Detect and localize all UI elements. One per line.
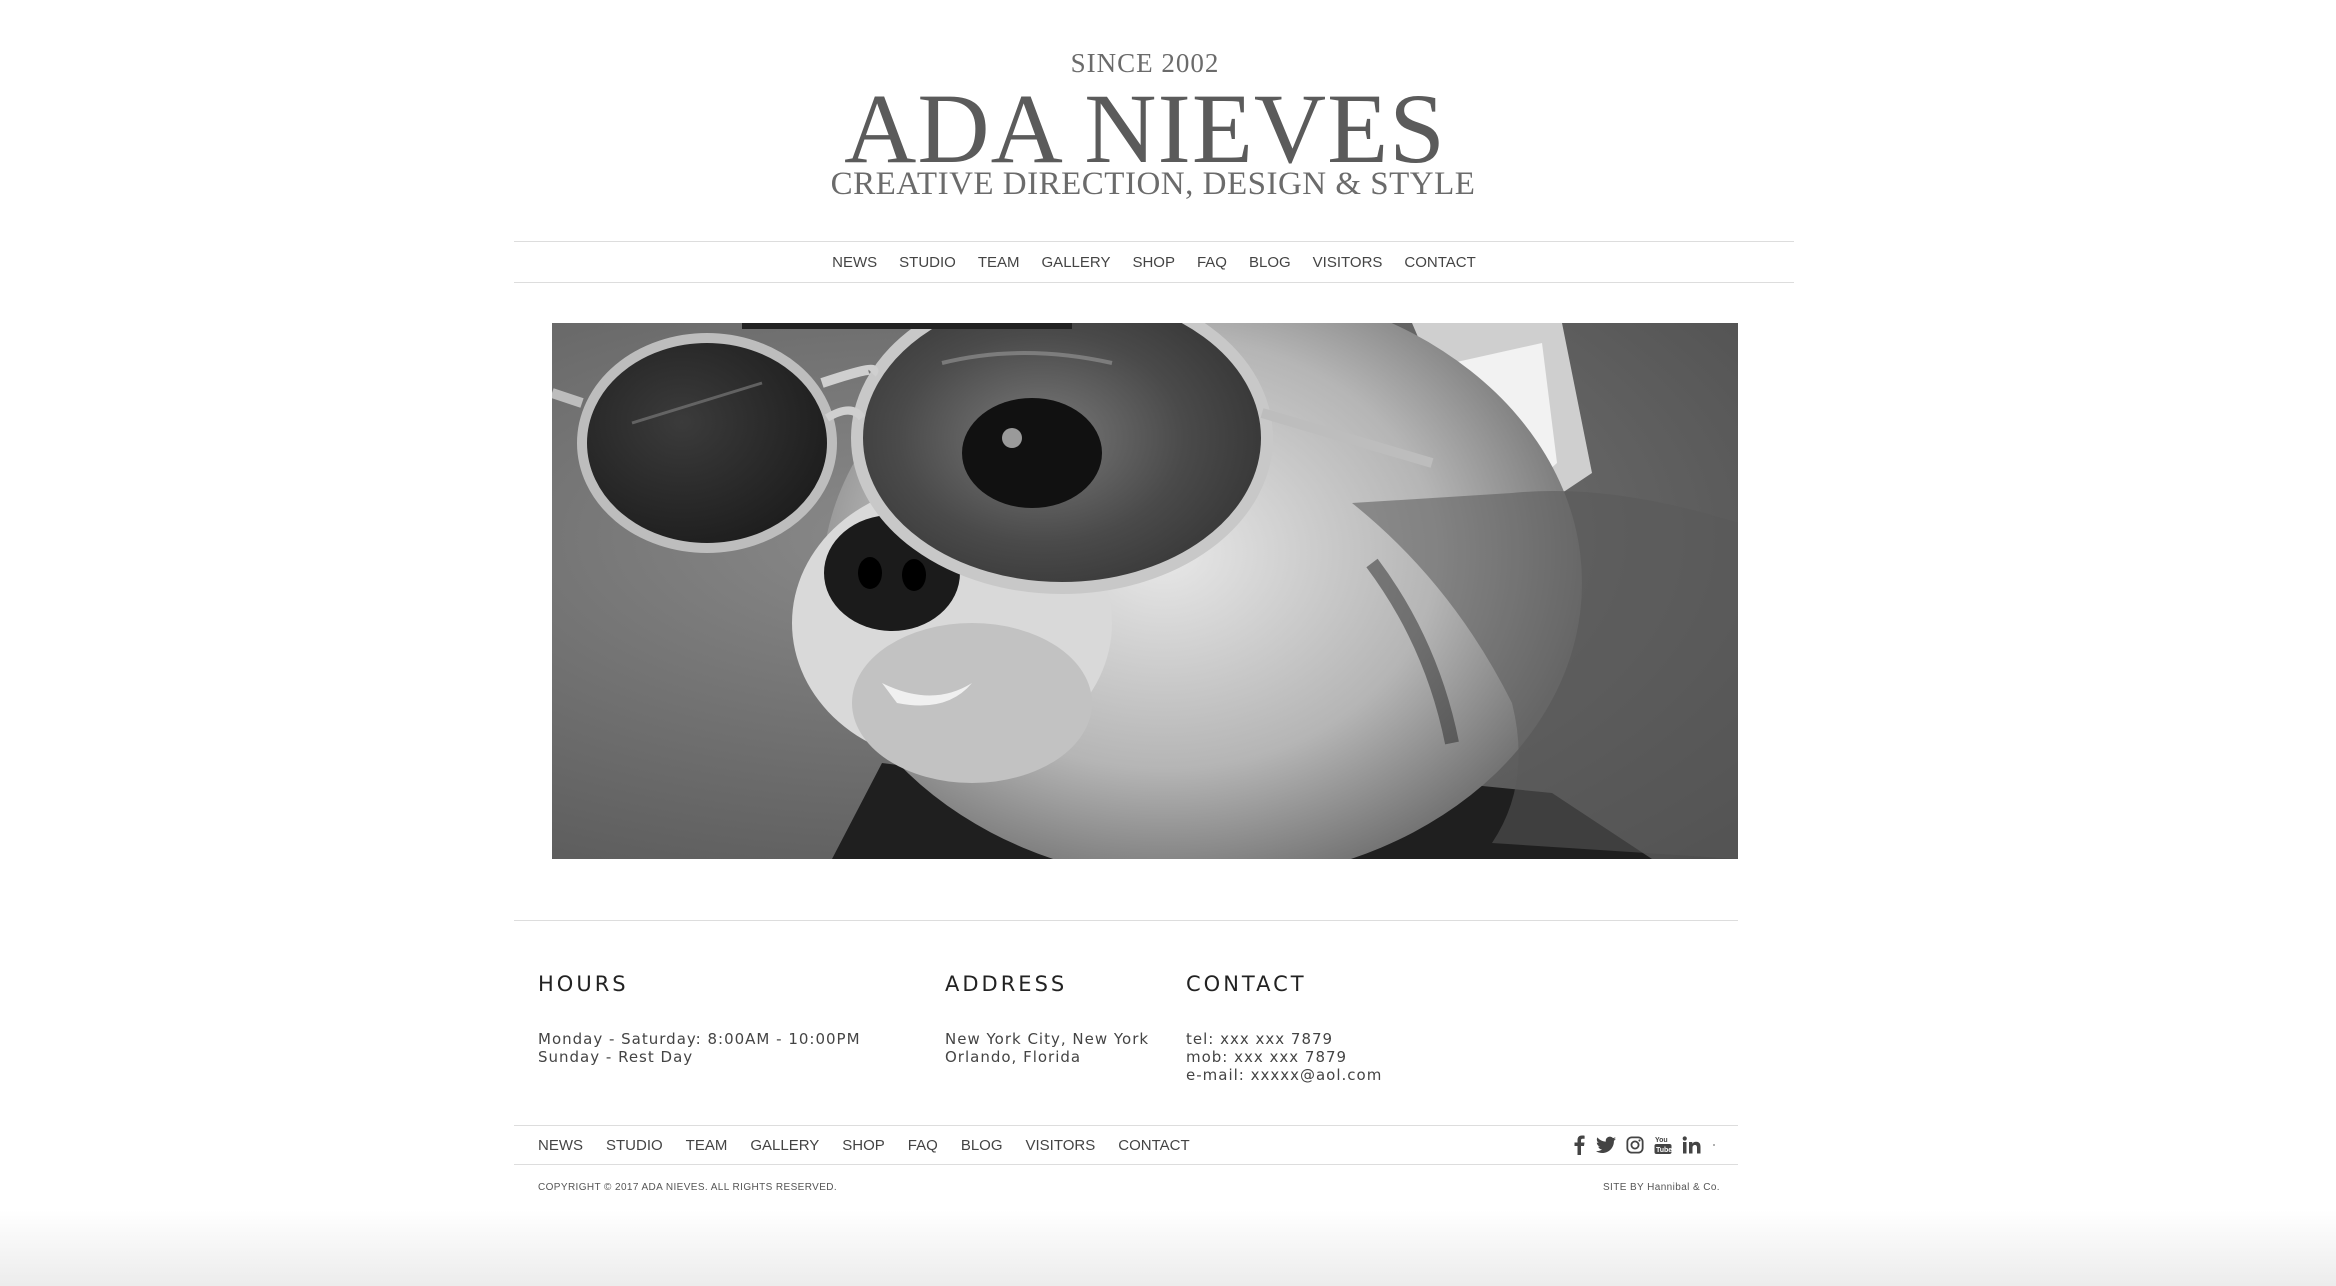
social-links: You Tube [1562, 1126, 1716, 1164]
address-section: ADDRESS New York City, New York Orlando,… [945, 972, 1149, 1066]
nav-item-contact[interactable]: CONTACT [1404, 254, 1475, 271]
copyright-text: COPYRIGHT © 2017 ADA NIEVES. ALL RIGHTS … [538, 1182, 838, 1193]
svg-text:Tube: Tube [1656, 1147, 1672, 1154]
hours-heading: HOURS [538, 972, 629, 996]
nav-item-studio[interactable]: STUDIO [899, 254, 956, 271]
nav-item-team[interactable]: TEAM [978, 254, 1020, 271]
address-line: New York City, New York [945, 1030, 1150, 1048]
twitter-icon[interactable] [1596, 1136, 1616, 1154]
instagram-icon[interactable] [1626, 1136, 1644, 1154]
footer-nav-studio[interactable]: STUDIO [606, 1137, 663, 1154]
address-heading: ADDRESS [945, 972, 1068, 996]
address-lines: New York City, New York Orlando, Florida [945, 1030, 1149, 1066]
more-dot-icon [1712, 1143, 1716, 1147]
contact-tel: tel: xxx xxx 7879 [1186, 1030, 1334, 1048]
contact-section: CONTACT tel: xxx xxx 7879 mob: xxx xxx 7… [1186, 972, 1382, 1084]
hero-image [552, 323, 1738, 859]
hours-section: HOURS Monday - Saturday: 8:00AM - 10:00P… [538, 972, 861, 1066]
site-credit[interactable]: SITE BY Hannibal & Co. [1603, 1182, 1720, 1193]
site-header: SINCE 2002 ADA NIEVES CREATIVE DIRECTION… [0, 0, 2336, 240]
facebook-icon[interactable] [1572, 1135, 1586, 1155]
tagline: CREATIVE DIRECTION, DESIGN & STYLE [830, 166, 1476, 202]
footer-nav-gallery[interactable]: GALLERY [750, 1137, 819, 1154]
main-nav: NEWS STUDIO TEAM GALLERY SHOP FAQ BLOG V… [514, 241, 1794, 283]
nav-item-blog[interactable]: BLOG [1249, 254, 1291, 271]
footer-nav: NEWS STUDIO TEAM GALLERY SHOP FAQ BLOG V… [514, 1125, 1738, 1165]
hours-line: Sunday - Rest Day [538, 1048, 694, 1066]
footer-divider [514, 920, 1738, 921]
nav-item-shop[interactable]: SHOP [1132, 254, 1175, 271]
footer-nav-news[interactable]: NEWS [538, 1137, 583, 1154]
contact-lines: tel: xxx xxx 7879 mob: xxx xxx 7879 e-ma… [1186, 1030, 1382, 1084]
contact-heading: CONTACT [1186, 972, 1307, 996]
linkedin-icon[interactable] [1682, 1136, 1702, 1154]
footer-nav-blog[interactable]: BLOG [961, 1137, 1003, 1154]
contact-email[interactable]: e-mail: xxxxx@aol.com [1186, 1066, 1382, 1084]
hours-lines: Monday - Saturday: 8:00AM - 10:00PM Sund… [538, 1030, 861, 1066]
footer-nav-shop[interactable]: SHOP [842, 1137, 885, 1154]
nav-item-faq[interactable]: FAQ [1197, 254, 1227, 271]
nav-item-news[interactable]: NEWS [832, 254, 877, 271]
footer-nav-team[interactable]: TEAM [686, 1137, 728, 1154]
hero-dog-illustration [552, 323, 1738, 859]
contact-mob: mob: xxx xxx 7879 [1186, 1048, 1348, 1066]
svg-text:You: You [1655, 1137, 1668, 1144]
footer-nav-links: NEWS STUDIO TEAM GALLERY SHOP FAQ BLOG V… [538, 1126, 1213, 1164]
youtube-icon[interactable]: You Tube [1654, 1135, 1672, 1155]
footer-nav-contact[interactable]: CONTACT [1118, 1137, 1189, 1154]
page: SINCE 2002 ADA NIEVES CREATIVE DIRECTION… [0, 0, 2336, 1286]
footer-nav-faq[interactable]: FAQ [908, 1137, 938, 1154]
address-line: Orlando, Florida [945, 1048, 1082, 1066]
footer-nav-visitors[interactable]: VISITORS [1026, 1137, 1096, 1154]
hours-line: Monday - Saturday: 8:00AM - 10:00PM [538, 1030, 861, 1048]
nav-item-gallery[interactable]: GALLERY [1042, 254, 1111, 271]
nav-item-visitors[interactable]: VISITORS [1313, 254, 1383, 271]
